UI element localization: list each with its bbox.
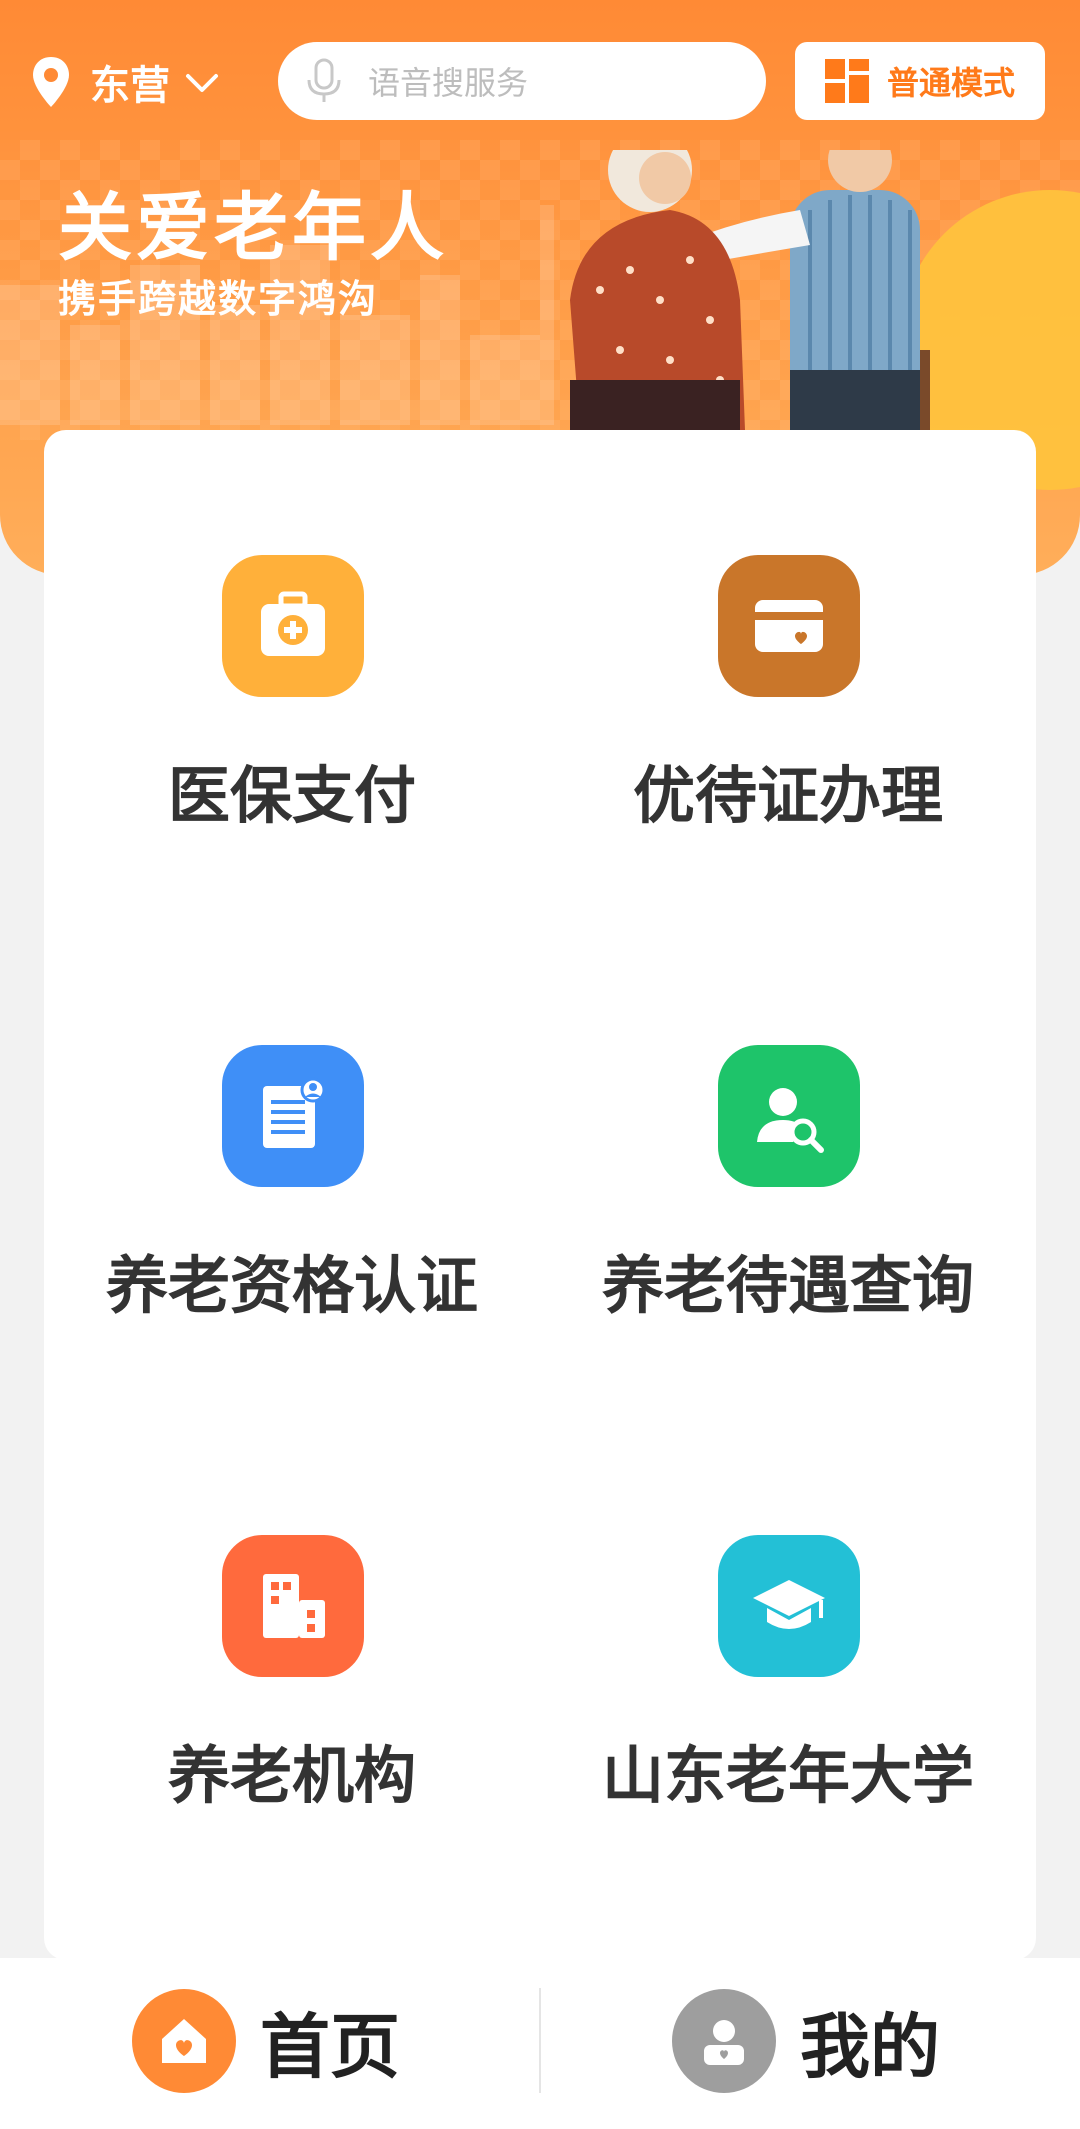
location-pin-icon <box>33 57 69 107</box>
tab-mine-label: 我的 <box>800 2005 940 2088</box>
banner-subtitle: 携手跨越数字鸿沟 <box>58 277 379 321</box>
services-card: 医保支付 优待证办理 养老资格认证 养老待遇查询 养老机构 山东老年大学 <box>44 430 1036 1960</box>
voice-search-bar[interactable]: 语音搜服务 <box>278 42 766 120</box>
service-shandong-senior-university[interactable]: 山东老年大学 <box>540 1410 1036 1890</box>
mode-label: 普通模式 <box>886 64 1015 102</box>
service-icon-tile <box>718 1045 860 1187</box>
user-profile-icon <box>704 2020 744 2065</box>
service-label: 优待证办理 <box>632 759 943 832</box>
card-heart-icon <box>755 600 823 652</box>
user-search-icon <box>757 1088 824 1153</box>
document-user-icon <box>263 1077 326 1148</box>
tab-divider <box>539 1988 541 2093</box>
normal-mode-button[interactable]: 普通模式 <box>795 42 1045 120</box>
building-icon <box>263 1574 325 1638</box>
service-label: 养老待遇查询 <box>601 1249 974 1322</box>
service-icon-tile <box>222 1535 364 1677</box>
tab-mine[interactable]: 我的 <box>672 1988 940 2094</box>
service-icon-tile <box>222 555 364 697</box>
service-medical-payment[interactable]: 医保支付 <box>44 430 540 910</box>
chevron-down-icon <box>186 74 218 92</box>
banner-title: 关爱老年人 <box>58 185 448 271</box>
service-icon-tile <box>718 1535 860 1677</box>
search-placeholder: 语音搜服务 <box>368 64 529 102</box>
elderly-couple-illustration <box>570 150 930 430</box>
service-pension-query[interactable]: 养老待遇查询 <box>540 920 1036 1400</box>
home-icon-circle <box>132 1989 236 2093</box>
service-icon-tile <box>222 1045 364 1187</box>
service-elderly-care-institution[interactable]: 养老机构 <box>44 1410 540 1890</box>
bottom-tab-bar: 首页 我的 <box>0 1958 1080 2129</box>
medical-kit-icon <box>261 591 325 656</box>
service-label: 养老机构 <box>167 1739 416 1812</box>
home-heart-icon <box>162 2019 206 2063</box>
service-icon-tile <box>718 555 860 697</box>
microphone-icon <box>307 58 341 102</box>
service-label: 养老资格认证 <box>105 1249 478 1322</box>
graduation-cap-icon <box>753 1580 825 1629</box>
city-label: 东营 <box>90 63 170 109</box>
service-label: 山东老年大学 <box>601 1739 974 1812</box>
grid-layout-icon <box>824 59 869 103</box>
service-preferential-card[interactable]: 优待证办理 <box>540 430 1036 910</box>
service-label: 医保支付 <box>167 759 416 832</box>
service-pension-certification[interactable]: 养老资格认证 <box>44 920 540 1400</box>
location-selector[interactable]: 东营 <box>30 52 220 112</box>
tab-home-label: 首页 <box>260 2005 400 2088</box>
profile-icon-circle <box>672 1989 776 2093</box>
tab-home[interactable]: 首页 <box>132 1988 400 2094</box>
top-bar: 东营 语音搜服务 普通模式 <box>0 0 1080 160</box>
